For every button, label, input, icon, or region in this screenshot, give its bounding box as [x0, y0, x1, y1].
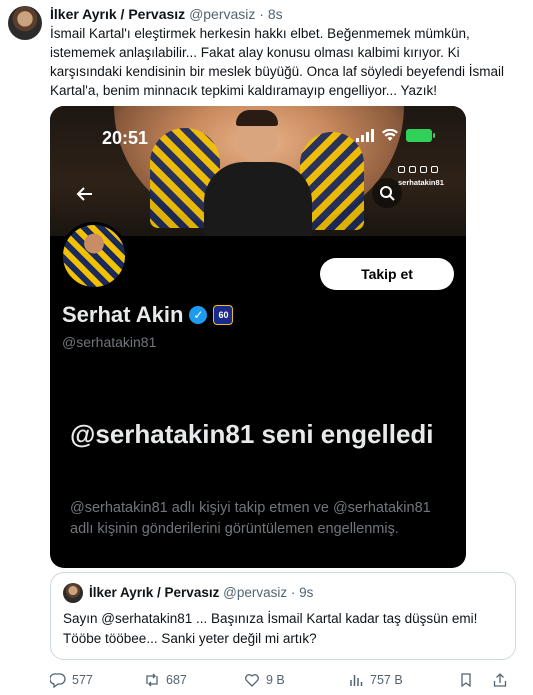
tweet-header: İlker Ayrık / Pervasız @pervasiz · 8s	[50, 6, 523, 24]
reply-icon	[50, 673, 66, 688]
like-button[interactable]: 9 B	[244, 672, 348, 688]
social-icon	[409, 166, 416, 173]
banner-social-icons	[398, 166, 438, 173]
repost-count: 687	[166, 673, 187, 687]
wifi-icon	[382, 128, 398, 141]
like-icon	[245, 674, 259, 687]
reply-count: 577	[72, 673, 93, 687]
tweet-time[interactable]: 8s	[268, 6, 283, 22]
quote-header: İlker Ayrık / Pervasız @pervasiz · 9s	[89, 585, 313, 600]
views-button[interactable]: 757 B	[348, 672, 458, 688]
author-name[interactable]: İlker Ayrık / Pervasız	[50, 6, 185, 22]
badge-icon: 60	[213, 305, 234, 325]
share-button[interactable]	[492, 672, 516, 688]
status-clock: 20:51	[102, 128, 149, 148]
like-count: 9 B	[266, 673, 285, 687]
battery-icon	[406, 128, 435, 142]
banner-man-hair	[236, 110, 278, 126]
profile-name-row: Serhat Akin ✓ 60	[62, 302, 234, 328]
status-icons	[356, 128, 435, 142]
tweet-actions: 577 687 9 B 757 B	[50, 670, 520, 690]
banner-handle: serhatakin81	[398, 178, 444, 187]
quote-text: Sayın @serhatakin81 ... Başınıza İsmail …	[63, 611, 478, 646]
quote-author-handle[interactable]: @pervasiz	[223, 585, 287, 600]
separator-dot: ·	[290, 585, 296, 600]
quote-time[interactable]: 9s	[299, 585, 313, 600]
blocked-title: @serhatakin81 seni engelledi	[70, 419, 434, 449]
tweet-text: İsmail Kartal'ı eleştirmek herkesin hakk…	[50, 26, 504, 98]
profile-avatar[interactable]	[60, 222, 128, 290]
share-icon	[493, 673, 507, 687]
bookmark-icon	[461, 673, 471, 688]
quote-author-name[interactable]: İlker Ayrık / Pervasız	[89, 585, 219, 600]
search-icon[interactable]	[372, 178, 402, 208]
profile-handle: @serhatakin81	[62, 334, 157, 350]
verified-icon: ✓	[189, 306, 208, 324]
views-icon	[350, 675, 363, 686]
profile-name: Serhat Akin	[62, 302, 184, 327]
social-icon	[420, 166, 427, 173]
bookmark-button[interactable]	[458, 672, 492, 688]
back-arrow-icon[interactable]	[72, 184, 98, 210]
embedded-profile-screenshot[interactable]: 20:51 serhatakin81 Takip et Serhat Akin …	[50, 106, 466, 568]
social-icon	[431, 166, 438, 173]
signal-icon	[356, 128, 374, 142]
social-icon	[398, 166, 405, 173]
quoted-tweet[interactable]: İlker Ayrık / Pervasız @pervasiz · 9s Sa…	[50, 572, 516, 660]
quote-author-avatar[interactable]	[63, 583, 83, 603]
author-avatar[interactable]	[8, 6, 42, 40]
banner-man-body	[204, 162, 312, 236]
repost-button[interactable]: 687	[144, 672, 244, 688]
views-count: 757 B	[370, 673, 403, 687]
author-handle[interactable]: @pervasiz	[189, 6, 255, 22]
blocked-description: @serhatakin81 adlı kişiyi takip etmen ve…	[70, 500, 431, 537]
reply-button[interactable]: 577	[50, 672, 144, 688]
follow-button[interactable]: Takip et	[320, 258, 454, 290]
repost-icon	[146, 673, 158, 687]
separator-dot: ·	[259, 6, 264, 22]
